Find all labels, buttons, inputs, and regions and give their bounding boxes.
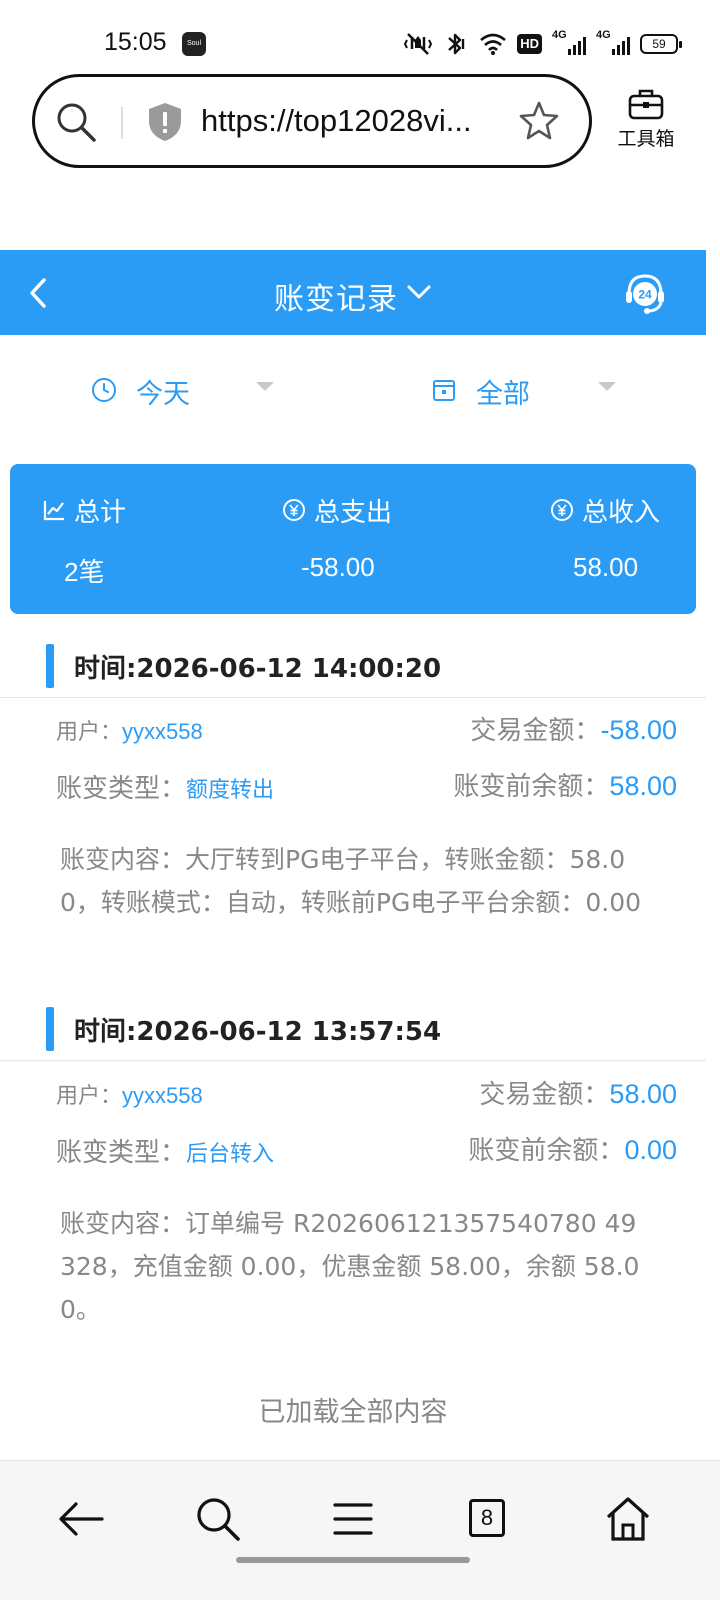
bookmark-star-icon[interactable] [517,99,561,143]
yuan-coin-icon [283,499,305,521]
amount-value: -58.00 [600,715,677,745]
loaded-all-text: 已加载全部内容 [258,1397,448,1428]
record-time-row: 时间:2026-06-12 13:57:54 [0,997,706,1061]
amount-label: 交易金额： [470,716,601,746]
home-icon [606,1497,650,1541]
record-type: 账变类型：后台转入 [56,1132,274,1169]
sim1-network-label: 4G [552,29,567,41]
line-chart-icon [43,501,64,521]
type-filter-caret-icon [598,382,616,391]
back-arrow-icon [59,1502,104,1536]
page-title[interactable]: 账变记录 [274,274,398,318]
record-user: 用户：yyxx558 [56,1078,203,1110]
record-marker [46,644,54,688]
menu-icon [333,1503,373,1535]
status-bar: 15:05 Soul HD 4G 4G 59 [0,0,720,80]
type-filter-dropdown[interactable]: 全部 [430,370,630,410]
record-user: 用户：yyxx558 [56,714,203,746]
search-icon [197,1498,240,1541]
customer-service-24h-icon[interactable]: 24 [620,268,670,318]
summary-card: 总计 2笔 总支出 -58.00 总收入 58.00 [10,464,696,614]
type-filter-label: 全部 [476,379,530,410]
record-content: 账变内容：大厅转到PG电子平台，转账金额：58.00，转账模式：自动，转账前PG… [60,845,642,917]
record-amount: 交易金额：58.00 [479,1074,677,1111]
user-label: 用户： [56,1084,123,1109]
hd-voice-badge: HD [517,34,542,54]
summary-total: 总计 [42,492,126,528]
address-bar[interactable]: https://top12028vi... [32,74,592,168]
calendar-icon [433,380,455,401]
record-time-row: 时间:2026-06-12 14:00:20 [0,634,706,698]
sim2-network-label: 4G [596,29,611,41]
chevron-down-icon[interactable] [404,280,434,304]
nav-menu-button[interactable] [325,1491,381,1547]
shield-icon[interactable] [145,101,185,143]
clock-icon [92,378,116,402]
support-24-label: 24 [638,288,652,302]
summary-income-label: 总收入 [582,497,661,528]
date-filter-label: 今天 [136,379,190,410]
before-balance-value: 58.00 [609,771,677,801]
record-time: 时间:2026-06-12 14:00:20 [74,654,442,684]
date-filter-caret-icon [256,382,274,391]
gesture-bar[interactable] [236,1557,470,1563]
summary-income-value: 58.00 [573,552,639,582]
nav-tabs-button[interactable]: 8 [461,1491,517,1547]
amount-label: 交易金额： [479,1080,610,1110]
type-label: 账变类型： [56,1138,187,1168]
before-balance-label: 账变前余额： [468,1136,625,1166]
amount-value: 58.00 [609,1079,677,1109]
status-icons: HD 4G 4G 59 [403,29,682,58]
toolbox-button[interactable]: 工具箱 [610,88,682,158]
url-text[interactable]: https://top12028vi... [201,103,501,139]
summary-income: 总收入 [550,492,660,528]
soul-app-icon: Soul [182,32,206,56]
wifi-icon [480,33,507,55]
record-content: 账变内容：订单编号 R202606121357540780 49328，充值金额… [60,1209,640,1324]
record-before-balance: 账变前余额：0.00 [468,1130,677,1167]
record-type: 账变类型：额度转出 [56,768,274,805]
record-time: 时间:2026-06-12 13:57:54 [74,1017,442,1047]
date-filter-dropdown[interactable]: 今天 [90,370,290,410]
user-value: yyxx558 [122,719,203,744]
back-arrow-icon[interactable] [18,272,58,314]
user-label: 用户： [56,720,123,745]
summary-total-value: 2笔 [64,557,105,587]
bluetooth-icon [448,33,465,55]
signal-sim1-icon: 4G [552,29,586,57]
type-label: 账变类型： [56,774,187,804]
tabs-count: 8 [469,1499,505,1537]
summary-expense-label: 总支出 [314,497,393,528]
record-amount: 交易金额：-58.00 [470,710,677,747]
record-marker [46,1007,54,1051]
summary-expense: 总支出 [282,492,392,528]
nav-search-button[interactable] [190,1491,246,1547]
signal-sim2-icon: 4G [596,29,630,57]
nav-back-button[interactable] [54,1491,110,1547]
before-balance-value: 0.00 [624,1135,677,1165]
toolbox-icon [628,89,664,120]
address-divider [121,107,123,139]
bottom-nav: 8 [0,1460,720,1600]
nav-home-button[interactable] [600,1491,656,1547]
record-before-balance: 账变前余额：58.00 [453,766,677,803]
toolbox-label: 工具箱 [617,128,675,150]
search-icon[interactable] [55,101,97,143]
yuan-coin-icon [551,499,573,521]
type-value: 额度转出 [186,778,275,803]
type-value: 后台转入 [186,1142,275,1167]
summary-total-label: 总计 [74,497,127,528]
status-time: 15:05 [104,28,167,56]
app-header: 账变记录 24 [0,250,706,335]
summary-expense-value: -58.00 [301,552,375,582]
before-balance-label: 账变前余额： [453,772,610,802]
user-value: yyxx558 [122,1083,203,1108]
battery-indicator: 59 [640,34,682,54]
mute-vibrate-icon [404,33,433,55]
